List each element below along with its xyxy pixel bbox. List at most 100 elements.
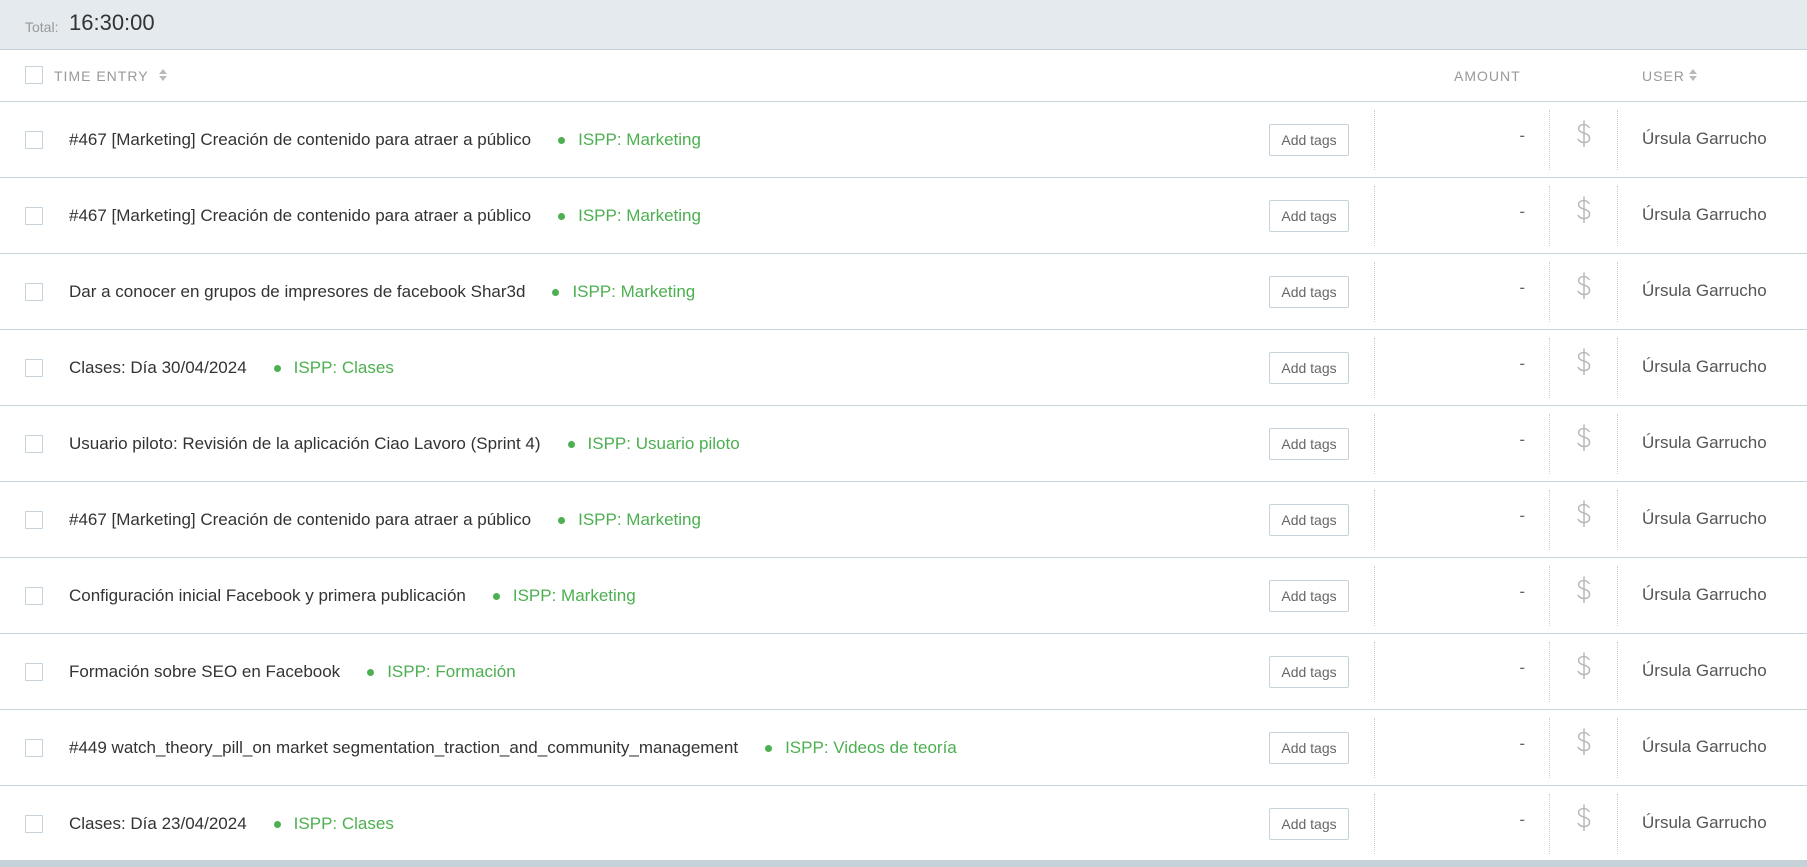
- project-label[interactable]: ISPP: Marketing: [558, 206, 701, 226]
- divider: [1374, 414, 1375, 474]
- entry-description[interactable]: #467 [Marketing] Creación de contenido p…: [69, 130, 531, 150]
- dollar-icon[interactable]: [1574, 422, 1594, 454]
- project-name: ISPP: Marketing: [578, 205, 701, 225]
- row-checkbox[interactable]: [25, 435, 43, 453]
- entry-description[interactable]: Usuario piloto: Revisión de la aplicació…: [69, 434, 541, 454]
- project-name: ISPP: Clases: [293, 813, 394, 833]
- user-header[interactable]: USER: [1642, 68, 1685, 84]
- project-dot-icon: [273, 821, 281, 828]
- time-entry-row[interactable]: Clases: Día 23/04/2024 ISPP: Clases Add ta…: [0, 786, 1807, 862]
- divider: [1374, 338, 1375, 398]
- project-dot-icon: [558, 517, 566, 524]
- add-tags-button[interactable]: Add tags: [1269, 124, 1349, 156]
- entry-content: Clases: Día 30/04/2024 ISPP: Clases: [69, 330, 394, 405]
- add-tags-button[interactable]: Add tags: [1269, 732, 1349, 764]
- row-checkbox[interactable]: [25, 283, 43, 301]
- sort-user-icon[interactable]: [1689, 68, 1697, 82]
- project-dot-icon: [273, 365, 281, 372]
- amount-value: -: [1519, 734, 1525, 753]
- entry-description[interactable]: Clases: Día 23/04/2024: [69, 814, 247, 834]
- add-tags-button[interactable]: Add tags: [1269, 200, 1349, 232]
- dollar-icon[interactable]: [1574, 574, 1594, 606]
- entry-description[interactable]: #467 [Marketing] Creación de contenido p…: [69, 510, 531, 530]
- dollar-icon[interactable]: [1574, 118, 1594, 150]
- user-name: Úrsula Garrucho: [1642, 813, 1767, 832]
- project-name: ISPP: Formación: [387, 661, 516, 681]
- row-checkbox[interactable]: [25, 359, 43, 377]
- entry-description[interactable]: #467 [Marketing] Creación de contenido p…: [69, 206, 531, 226]
- user-name: Úrsula Garrucho: [1642, 281, 1767, 300]
- project-label[interactable]: ISPP: Usuario piloto: [567, 434, 740, 454]
- entry-content: #467 [Marketing] Creación de contenido p…: [69, 482, 701, 557]
- project-label[interactable]: ISPP: Marketing: [492, 586, 636, 606]
- project-dot-icon: [567, 441, 575, 448]
- time-entry-row[interactable]: Formación sobre SEO en Facebook ISPP: For…: [0, 634, 1807, 710]
- time-entry-row[interactable]: Dar a conocer en grupos de impresores de…: [0, 254, 1807, 330]
- project-name: ISPP: Marketing: [578, 509, 701, 529]
- project-dot-icon: [367, 669, 375, 676]
- project-label[interactable]: ISPP: Clases: [273, 358, 394, 378]
- divider: [1374, 718, 1375, 778]
- project-label[interactable]: ISPP: Clases: [273, 813, 394, 834]
- entry-description[interactable]: Dar a conocer en grupos de impresores de…: [69, 282, 525, 302]
- amount-value: -: [1519, 582, 1525, 601]
- select-all-checkbox[interactable]: [25, 66, 43, 84]
- add-tags-button[interactable]: Add tags: [1269, 656, 1349, 688]
- time-entry-row[interactable]: #467 [Marketing] Creación de contenido p…: [0, 482, 1807, 558]
- divider: [1549, 490, 1550, 550]
- entry-content: #467 [Marketing] Creación de contenido p…: [69, 178, 701, 253]
- dollar-icon[interactable]: [1574, 346, 1594, 378]
- row-checkbox[interactable]: [25, 739, 43, 757]
- add-tags-button[interactable]: Add tags: [1269, 808, 1349, 840]
- entry-description[interactable]: Formación sobre SEO en Facebook: [69, 662, 340, 682]
- divider: [1549, 110, 1550, 170]
- add-tags-button[interactable]: Add tags: [1269, 276, 1349, 308]
- divider: [1549, 186, 1550, 246]
- row-checkbox[interactable]: [25, 511, 43, 529]
- entry-content: Dar a conocer en grupos de impresores de…: [69, 254, 695, 329]
- time-entry-row[interactable]: #449 watch_theory_pill_on market segment…: [0, 710, 1807, 786]
- row-checkbox[interactable]: [25, 207, 43, 225]
- dollar-icon[interactable]: [1574, 802, 1594, 834]
- add-tags-button[interactable]: Add tags: [1269, 580, 1349, 612]
- divider: [1374, 490, 1375, 550]
- time-entry-row[interactable]: #467 [Marketing] Creación de contenido p…: [0, 102, 1807, 178]
- sort-time-entry-icon[interactable]: [159, 68, 167, 82]
- divider: [1617, 490, 1618, 550]
- add-tags-button[interactable]: Add tags: [1269, 352, 1349, 384]
- time-entry-header[interactable]: TIME ENTRY: [54, 68, 149, 84]
- project-name: ISPP: Videos de teoría: [785, 737, 957, 757]
- project-dot-icon: [558, 137, 566, 144]
- entry-description[interactable]: #449 watch_theory_pill_on market segment…: [69, 738, 738, 758]
- project-label[interactable]: ISPP: Marketing: [552, 282, 695, 302]
- divider: [1617, 414, 1618, 474]
- dollar-icon[interactable]: [1574, 270, 1594, 302]
- bottom-border: [0, 860, 1807, 867]
- entry-description[interactable]: Clases: Día 30/04/2024: [69, 358, 247, 378]
- dollar-icon[interactable]: [1574, 726, 1594, 758]
- project-label[interactable]: ISPP: Formación: [367, 662, 516, 682]
- project-dot-icon: [492, 593, 500, 600]
- row-checkbox[interactable]: [25, 815, 43, 833]
- divider: [1374, 262, 1375, 322]
- add-tags-button[interactable]: Add tags: [1269, 428, 1349, 460]
- row-checkbox[interactable]: [25, 587, 43, 605]
- add-tags-button[interactable]: Add tags: [1269, 504, 1349, 536]
- dollar-icon[interactable]: [1574, 194, 1594, 226]
- time-entry-row[interactable]: Configuración inicial Facebook y primera…: [0, 558, 1807, 634]
- dollar-icon[interactable]: [1574, 498, 1594, 530]
- time-entry-row[interactable]: Clases: Día 30/04/2024 ISPP: Clases Add ta…: [0, 330, 1807, 406]
- project-label[interactable]: ISPP: Marketing: [558, 130, 701, 150]
- divider: [1374, 642, 1375, 702]
- dollar-icon[interactable]: [1574, 650, 1594, 682]
- row-checkbox[interactable]: [25, 131, 43, 149]
- divider: [1549, 718, 1550, 778]
- project-label[interactable]: ISPP: Marketing: [558, 510, 701, 530]
- time-entry-row[interactable]: Usuario piloto: Revisión de la aplicació…: [0, 406, 1807, 482]
- divider: [1374, 566, 1375, 626]
- project-dot-icon: [765, 745, 773, 752]
- time-entry-row[interactable]: #467 [Marketing] Creación de contenido p…: [0, 178, 1807, 254]
- project-label[interactable]: ISPP: Videos de teoría: [765, 738, 957, 758]
- entry-description[interactable]: Configuración inicial Facebook y primera…: [69, 586, 466, 606]
- row-checkbox[interactable]: [25, 663, 43, 681]
